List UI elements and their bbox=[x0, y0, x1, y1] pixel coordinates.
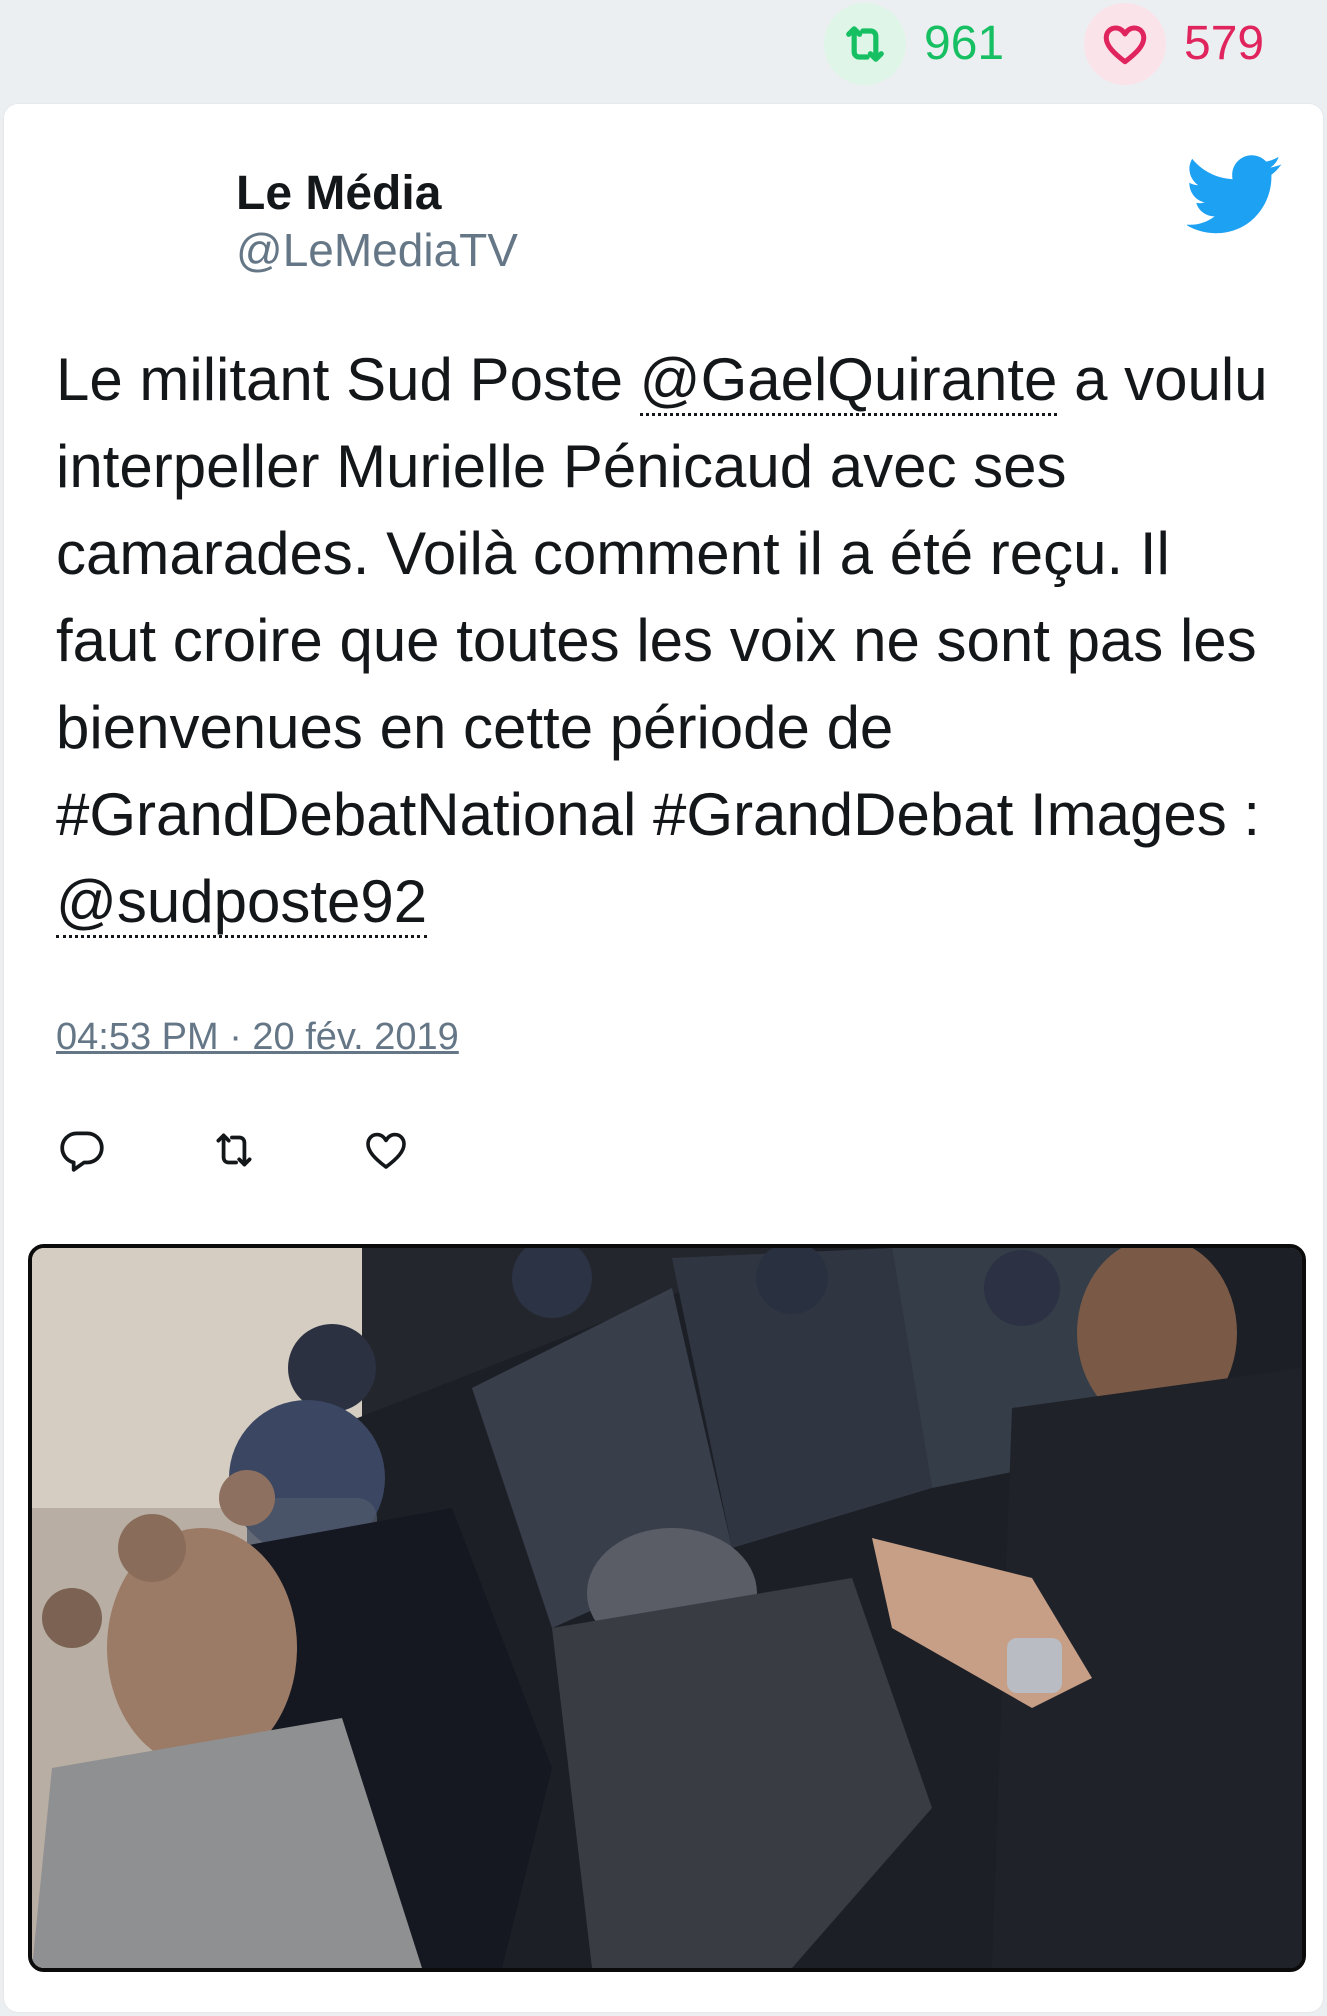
heart-icon[interactable] bbox=[1084, 3, 1166, 85]
tweet-actions bbox=[56, 1124, 512, 1176]
tweet-author[interactable]: Le Média @LeMediaTV bbox=[236, 166, 518, 281]
tweet-text-part: Le militant Sud Poste bbox=[56, 346, 640, 413]
tweet-media-video[interactable] bbox=[28, 1244, 1306, 1972]
like-count: 579 bbox=[1184, 17, 1265, 70]
retweet-icon[interactable] bbox=[208, 1124, 260, 1176]
author-handle[interactable]: @LeMediaTV bbox=[236, 221, 518, 281]
like-stat[interactable]: 579 bbox=[1084, 3, 1265, 85]
tweet-timestamp[interactable]: 04:53 PM · 20 fév. 2019 bbox=[56, 1016, 459, 1059]
tweet-text-part: a voulu interpeller Murielle Pénicaud av… bbox=[56, 346, 1268, 848]
tweet-card: Le Média @LeMediaTV Le militant Sud Post… bbox=[4, 104, 1323, 2012]
top-stats-bar: 961 579 bbox=[0, 0, 1327, 100]
retweet-stat[interactable]: 961 bbox=[824, 3, 1005, 85]
mention-link[interactable]: @sudposte92 bbox=[56, 868, 428, 938]
media-photo bbox=[32, 1248, 1302, 1968]
heart-icon[interactable] bbox=[360, 1124, 412, 1176]
twitter-bird-icon[interactable] bbox=[1185, 146, 1283, 242]
tweet-text: Le militant Sud Poste @GaelQuirante a vo… bbox=[56, 336, 1286, 945]
reply-icon[interactable] bbox=[56, 1124, 108, 1176]
author-name[interactable]: Le Média bbox=[236, 166, 518, 221]
retweet-count: 961 bbox=[924, 17, 1005, 70]
retweet-icon[interactable] bbox=[824, 3, 906, 85]
mention-link[interactable]: @GaelQuirante bbox=[639, 346, 1058, 416]
